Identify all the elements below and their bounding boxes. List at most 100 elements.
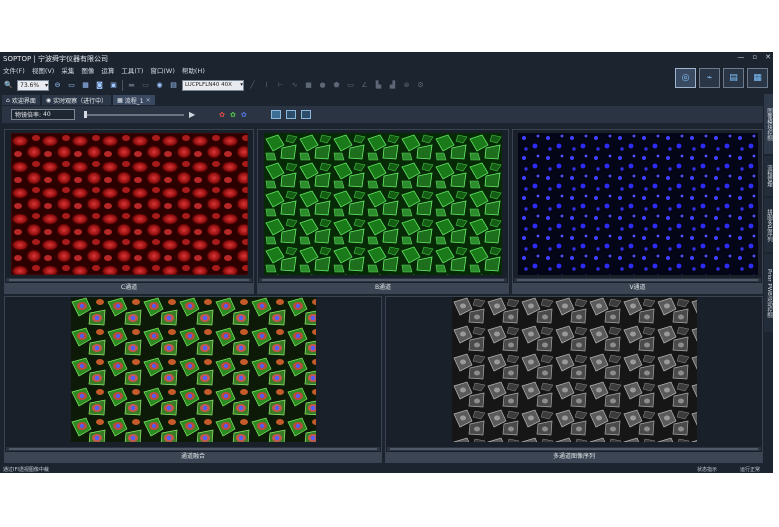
layout-mode-icon[interactable]: ▦ xyxy=(747,68,768,88)
horizontal-scrollbar[interactable] xyxy=(6,447,380,451)
status-message: 通过IFI透视图像中裁 xyxy=(3,467,49,473)
document-tabs: ⌂ 欢迎界面 ◉ 实时观察（进行中） ▦ 流程_1 ✕ xyxy=(0,95,155,105)
objective-value: LUCPLFLN40 40X xyxy=(185,82,232,88)
title-bar: SOPTOP | 宁波舜宇仪器有限公司 — ▫ ✕ xyxy=(0,52,773,64)
menu-view[interactable]: 视图(V) xyxy=(32,65,55,76)
green-channel-icon[interactable]: ✿ xyxy=(230,111,236,119)
app-title: SOPTOP | 宁波舜宇仪器有限公司 xyxy=(3,55,108,63)
blue-channel-image xyxy=(518,133,758,275)
tab-label: 流程_1 xyxy=(124,97,144,105)
menu-acquire[interactable]: 采集 xyxy=(61,65,74,76)
fit-icon[interactable]: ▭ xyxy=(66,80,77,91)
focus-icon[interactable]: ◉ xyxy=(154,80,165,91)
tab-label: 欢迎界面 xyxy=(11,97,36,105)
measure-icon[interactable]: ⊢ xyxy=(275,80,286,91)
layout-single-icon[interactable] xyxy=(270,110,281,119)
side-tab-stitch[interactable]: 拼图多层序列 xyxy=(764,198,773,252)
menu-tools[interactable]: 工具(T) xyxy=(121,65,143,76)
blue-channel-icon[interactable]: ✿ xyxy=(241,111,247,119)
tab-live-view[interactable]: ◉ 实时观察（进行中） xyxy=(41,95,112,105)
line-tool-icon[interactable]: ╱ xyxy=(247,80,258,91)
camera-icon[interactable]: ◙ xyxy=(94,80,105,91)
zoom-select[interactable]: 73.6% ▾ xyxy=(17,79,49,91)
merged-panel[interactable]: 通道融合 xyxy=(4,296,382,463)
horizontal-scrollbar[interactable] xyxy=(387,447,761,451)
menu-window[interactable]: 窗口(W) xyxy=(150,65,175,76)
histogram-icon[interactable]: ▙ xyxy=(373,80,384,91)
side-tab-workflow[interactable]: 流程管理 xyxy=(764,156,773,196)
angle-icon[interactable]: ∠ xyxy=(359,80,370,91)
panel-caption: 通道融合 xyxy=(5,452,381,462)
channel-panel-v[interactable]: V通道 xyxy=(512,129,763,294)
side-panel-tabs: 图像模块控制 流程管理 拼图多层序列 Prior PWB运动控制 xyxy=(764,94,773,473)
layout-split-icon[interactable] xyxy=(285,110,296,119)
side-tab-prior[interactable]: Prior PWB运动控制 xyxy=(764,254,773,332)
objective-select[interactable]: LUCPLFLN40 40X ▾ xyxy=(182,79,244,91)
chevron-down-icon: ▾ xyxy=(240,82,243,88)
slider-track xyxy=(84,114,184,116)
panel-caption: B通道 xyxy=(258,283,508,293)
snapshot-icon[interactable]: ▣ xyxy=(108,80,119,91)
circle-icon[interactable]: ● xyxy=(317,80,328,91)
report-mode-icon[interactable]: ▤ xyxy=(723,68,744,88)
application-window: SOPTOP | 宁波舜宇仪器有限公司 — ▫ ✕ 文件(F) 视图(V) 采集… xyxy=(0,52,773,473)
mode-buttons: ◎ ⌁ ▤ ▦ xyxy=(675,68,768,88)
red-channel-image xyxy=(11,133,248,275)
chevron-down-icon: ▾ xyxy=(44,81,48,89)
close-button[interactable]: ✕ xyxy=(765,53,771,61)
zoom-icon[interactable]: 🔍 xyxy=(3,80,14,91)
polyline-icon[interactable]: ⌇ xyxy=(261,80,272,91)
workflow-icon: ▦ xyxy=(117,96,123,104)
acquire-mode-icon[interactable]: ◎ xyxy=(675,68,696,88)
record-icon[interactable]: ▬ xyxy=(126,80,137,91)
tab-workflow[interactable]: ▦ 流程_1 ✕ xyxy=(113,95,155,105)
sequence-slider[interactable] xyxy=(84,109,184,120)
horizontal-scrollbar[interactable] xyxy=(259,278,507,282)
red-channel-icon[interactable]: ✿ xyxy=(219,111,225,119)
maximize-button[interactable]: ▫ xyxy=(752,53,757,61)
curve-icon[interactable]: ∿ xyxy=(289,80,300,91)
status-hint: 状态指示 xyxy=(697,467,718,473)
green-channel-image xyxy=(264,133,502,275)
channel-panel-b[interactable]: B通道 xyxy=(257,129,509,294)
menu-bar: 文件(F) 视图(V) 采集 图像 运算 工具(T) 窗口(W) 帮助(H) xyxy=(0,65,205,76)
side-tab-image-control[interactable]: 图像模块控制 xyxy=(764,94,773,154)
status-bar: 通过IFI透视图像中裁 状态指示 运行正常 xyxy=(0,466,773,473)
delete-icon[interactable]: ⊗ xyxy=(401,80,412,91)
magnification-field[interactable]: 物镜倍率: 40 xyxy=(11,109,75,120)
settings-icon[interactable]: ⚙ xyxy=(415,80,426,91)
tab-label: 实时观察（进行中） xyxy=(53,97,108,105)
menu-help[interactable]: 帮助(H) xyxy=(182,65,205,76)
panel-caption: C通道 xyxy=(5,283,253,293)
menu-file[interactable]: 文件(F) xyxy=(3,65,25,76)
ruler-icon[interactable]: ▭ xyxy=(345,80,356,91)
chart-icon[interactable]: ▟ xyxy=(387,80,398,91)
horizontal-scrollbar[interactable] xyxy=(514,278,761,282)
minimize-button[interactable]: — xyxy=(737,53,744,61)
rectangle-icon[interactable]: ■ xyxy=(303,80,314,91)
home-icon: ⌂ xyxy=(6,96,10,104)
zoom-value: 73.6% xyxy=(20,81,40,89)
layout-grid-icon[interactable] xyxy=(300,110,311,119)
main-toolbar: 🔍 73.6% ▾ ⊖ ▭ ▦ ◙ ▣ ▬ ▭ ◉ ▤ LUCPLFLN40 40… xyxy=(0,77,670,93)
grayscale-sequence-image xyxy=(452,297,697,442)
close-icon[interactable]: ✕ xyxy=(146,97,151,104)
polygon-icon[interactable]: ⬟ xyxy=(331,80,342,91)
menu-image[interactable]: 图像 xyxy=(81,65,94,76)
menu-compute[interactable]: 运算 xyxy=(101,65,114,76)
channel-panel-c[interactable]: C通道 xyxy=(4,129,254,294)
tab-welcome[interactable]: ⌂ 欢迎界面 xyxy=(2,95,40,105)
slider-thumb[interactable] xyxy=(84,111,87,118)
play-icon[interactable]: ▶ xyxy=(189,110,195,119)
panel-caption: 多通道图像序列 xyxy=(386,452,762,462)
panel-caption: V通道 xyxy=(513,283,762,293)
grid-icon[interactable]: ▦ xyxy=(80,80,91,91)
analysis-mode-icon[interactable]: ⌁ xyxy=(699,68,720,88)
color-adjust-icon[interactable]: ▤ xyxy=(168,80,179,91)
zoom-out-icon[interactable]: ⊖ xyxy=(52,80,63,91)
horizontal-scrollbar[interactable] xyxy=(6,278,252,282)
magnification-label: 物镜倍率: xyxy=(15,112,42,119)
status-running: 运行正常 xyxy=(740,467,761,473)
multichannel-sequence-panel[interactable]: 多通道图像序列 xyxy=(385,296,763,463)
stack-icon[interactable]: ▭ xyxy=(140,80,151,91)
